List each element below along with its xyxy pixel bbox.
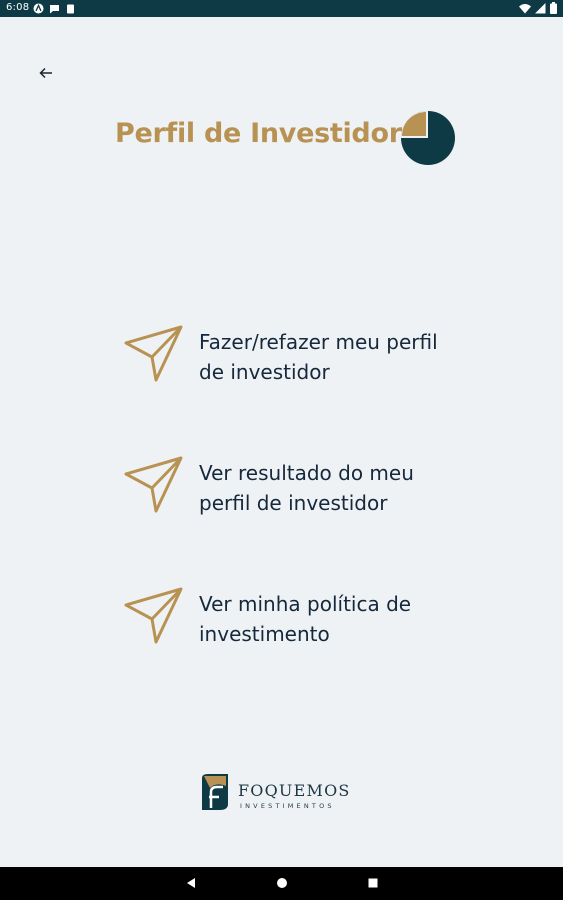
page-title: Perfil de Investidor <box>115 118 402 149</box>
recents-square-icon[interactable] <box>365 875 381 891</box>
status-right-icons <box>519 2 557 14</box>
option-label: Ver resultado do meu perfil de investido… <box>199 461 414 515</box>
logo-sub: INVESTIMENTOS <box>240 802 335 810</box>
chat-bubble-icon <box>50 5 59 14</box>
paper-plane-icon <box>124 587 183 644</box>
battery-icon <box>550 2 557 14</box>
option-label: Fazer/refazer meu perfil de investidor <box>199 330 438 384</box>
foquemos-mark-icon <box>202 774 228 810</box>
back-button[interactable] <box>35 62 57 84</box>
foquemos-logo: FOQUEMOS INVESTIMENTOS <box>198 772 368 814</box>
option-ver-resultado[interactable]: Ver resultado do meu perfil de investido… <box>124 456 454 522</box>
status-time: 6:08 <box>6 2 30 13</box>
navigation-bar <box>0 867 563 900</box>
option-label: Ver minha política de investimento <box>199 592 412 646</box>
pie-chart-icon <box>401 111 455 165</box>
paper-plane-icon <box>124 456 183 513</box>
signal-icon <box>535 2 546 13</box>
arrow-left-icon <box>39 67 52 79</box>
back-triangle-icon[interactable] <box>183 875 199 891</box>
status-bar: 6:08 <box>0 0 563 17</box>
option-ver-politica[interactable]: Ver minha política de investimento <box>124 587 454 653</box>
wifi-icon <box>519 3 531 13</box>
paper-plane-icon <box>124 325 183 382</box>
option-fazer-perfil[interactable]: Fazer/refazer meu perfil de investidor <box>124 325 454 391</box>
logo-brand: FOQUEMOS <box>238 781 351 800</box>
android-auto-icon <box>33 3 44 14</box>
clipboard-icon <box>67 4 74 14</box>
home-circle-icon[interactable] <box>274 875 290 891</box>
